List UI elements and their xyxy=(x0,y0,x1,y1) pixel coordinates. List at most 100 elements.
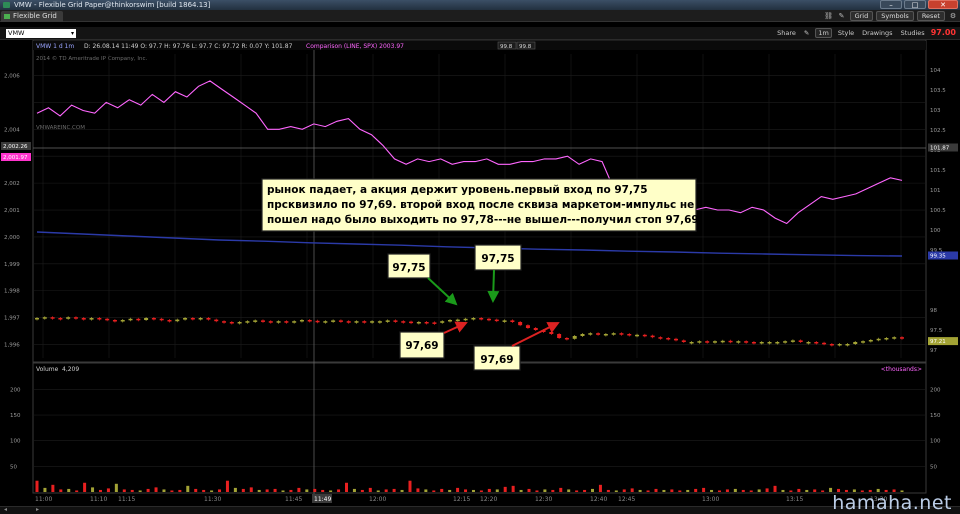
left-tick-label: 2,000 xyxy=(4,235,20,241)
symbol-input[interactable]: VMW xyxy=(6,29,76,38)
drawings-button[interactable]: Drawings xyxy=(860,28,894,38)
volume-bar xyxy=(67,488,71,492)
volume-bar xyxy=(551,489,555,492)
candle xyxy=(681,340,686,342)
edit-icon[interactable]: ✎ xyxy=(802,28,811,38)
volume-bar xyxy=(638,489,642,492)
volume-bar xyxy=(789,490,793,492)
candle xyxy=(697,341,702,343)
scroll-right-icon[interactable]: ▸ xyxy=(36,507,42,513)
share-button[interactable]: Share xyxy=(775,28,798,38)
candle xyxy=(892,337,897,339)
tab-flexible-grid[interactable]: Flexible Grid xyxy=(1,11,63,22)
volume-bar xyxy=(43,487,47,492)
candle xyxy=(409,321,414,324)
volume-panel[interactable] xyxy=(32,362,927,494)
volume-bar xyxy=(622,489,626,492)
style-button[interactable]: Style xyxy=(836,28,856,38)
volume-bar xyxy=(527,488,531,492)
time-tick-label: 12:00 xyxy=(369,496,386,503)
chart-area[interactable]: VMW 1 d 1m D: 26.08.14 11:49 O: 97.7 H: … xyxy=(0,40,960,506)
maximize-button[interactable]: □ xyxy=(904,0,926,9)
candle xyxy=(572,336,577,339)
candle xyxy=(175,319,180,322)
volume-bar xyxy=(710,489,714,492)
right-tick-label: 100 xyxy=(930,228,941,234)
candle xyxy=(829,344,834,346)
volume-bar xyxy=(583,489,587,492)
note-line-1: рынок падает, а акция держит уровень.пер… xyxy=(267,184,648,196)
volume-bar xyxy=(91,487,95,492)
candle xyxy=(299,320,304,322)
volume-bar xyxy=(384,489,388,492)
candle xyxy=(689,342,694,344)
reset-button[interactable]: Reset xyxy=(916,11,945,21)
candle xyxy=(354,321,359,323)
volume-bar xyxy=(273,488,277,492)
link-icon[interactable]: ⛓ xyxy=(824,11,834,21)
candle xyxy=(900,337,904,339)
candle xyxy=(416,322,421,324)
time-tick-label: 12:30 xyxy=(535,496,552,503)
volume-bar xyxy=(202,489,206,492)
volume-bar xyxy=(392,488,396,492)
volume-bar xyxy=(567,489,571,492)
minimize-button[interactable]: – xyxy=(880,0,902,9)
candle xyxy=(112,320,117,322)
volume-bar xyxy=(733,488,737,492)
candle xyxy=(190,318,195,320)
time-tick-label: 11:15 xyxy=(118,496,135,503)
volume-bar xyxy=(289,489,293,492)
settings-icon[interactable]: ⚙ xyxy=(948,11,958,21)
candle xyxy=(564,338,569,340)
right-tick-label: 101 xyxy=(930,188,941,194)
candle xyxy=(206,318,211,320)
volume-bar xyxy=(821,490,825,492)
volume-bar xyxy=(781,489,785,492)
candle xyxy=(580,334,585,336)
volume-bar xyxy=(440,488,444,492)
volume-bar xyxy=(543,489,547,492)
candle xyxy=(331,320,336,322)
aggregation-button[interactable]: 1m xyxy=(815,28,832,38)
candle xyxy=(245,321,250,323)
candle xyxy=(35,318,39,320)
candle xyxy=(440,321,445,323)
grid-button[interactable]: Grid xyxy=(849,11,874,21)
volume-bar xyxy=(519,489,523,492)
volume-bar xyxy=(471,489,475,492)
volume-bar xyxy=(329,490,333,492)
candle xyxy=(790,340,795,342)
volume-bar xyxy=(114,483,118,492)
volume-bar xyxy=(741,489,745,492)
candle xyxy=(868,340,873,342)
volume-bar xyxy=(591,488,595,492)
candle xyxy=(494,319,499,322)
volume-bar xyxy=(51,484,55,492)
window-controls: – □ ✕ xyxy=(880,0,958,10)
volume-bar xyxy=(757,489,761,492)
volume-bar xyxy=(511,485,515,492)
candle xyxy=(307,320,312,322)
volume-bar xyxy=(368,487,372,492)
scroll-left-icon[interactable]: ◂ xyxy=(4,507,10,513)
candle xyxy=(557,334,562,338)
candle xyxy=(151,318,156,320)
candle xyxy=(346,321,351,323)
volume-bar xyxy=(614,490,618,492)
close-button[interactable]: ✕ xyxy=(928,0,958,9)
candle xyxy=(479,318,484,320)
candle xyxy=(292,321,297,323)
time-cursor-label: 11:49 xyxy=(314,496,331,503)
volume-bar xyxy=(765,488,769,492)
studies-button[interactable]: Studies xyxy=(899,28,927,38)
candle xyxy=(253,320,258,322)
last-price: 97.00 xyxy=(930,28,956,37)
tools-icon[interactable]: ✎ xyxy=(837,11,847,21)
candle xyxy=(783,341,788,343)
right-tick-label: 98 xyxy=(930,308,937,314)
candle xyxy=(642,334,647,337)
symbols-button[interactable]: Symbols xyxy=(876,11,914,21)
volume-bar xyxy=(281,490,285,492)
candle xyxy=(611,333,616,335)
